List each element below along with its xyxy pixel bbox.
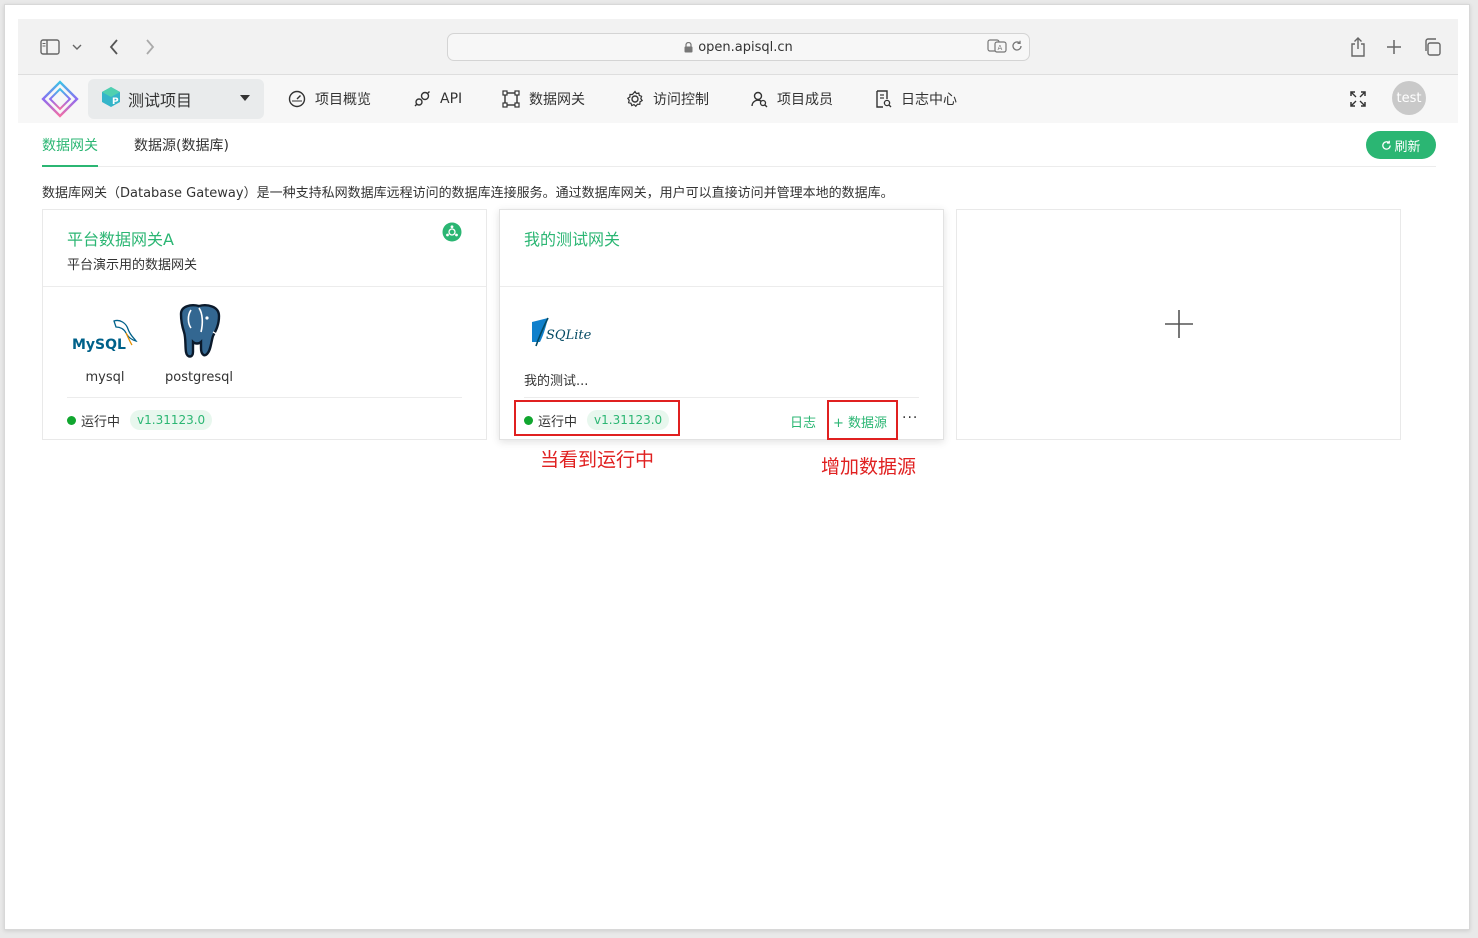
datasource-name: postgresql [164, 370, 234, 385]
project-name: 测试项目 [128, 91, 193, 110]
nav-label: 访问控制 [653, 92, 709, 108]
card-divider [43, 286, 486, 287]
plug-icon [414, 91, 430, 107]
datasource-item[interactable]: MySQL mysql [67, 302, 143, 385]
gateway-title[interactable]: 我的测试网关 [524, 226, 620, 250]
refresh-label: 刷新 [1394, 138, 1421, 154]
nav-label: 项目概览 [315, 92, 371, 108]
gear-icon [626, 90, 644, 108]
status-dot-icon [67, 415, 76, 425]
fullscreen-icon[interactable] [1348, 89, 1368, 109]
back-icon[interactable] [102, 35, 126, 59]
log-link[interactable]: 日志 [790, 412, 816, 431]
card-divider [500, 286, 943, 287]
annotation-running-note: 当看到运行中 [540, 449, 655, 471]
project-icon: P [100, 86, 122, 112]
nav-item-api[interactable]: API [413, 87, 462, 111]
sidebar-toggle-icon[interactable] [38, 35, 62, 59]
nav-item-logs[interactable]: 日志中心 [874, 87, 957, 111]
new-tab-icon[interactable] [1382, 35, 1406, 59]
version-badge: v1.31123.0 [130, 410, 213, 430]
gateway-title[interactable]: 平台数据网关A [67, 226, 174, 250]
svg-text:P: P [112, 97, 119, 107]
nav-label: 日志中心 [901, 92, 957, 108]
annotation-add-note: 增加数据源 [821, 456, 917, 478]
svg-text:A: A [998, 44, 1003, 52]
datasource-name: 我的测试... [524, 374, 589, 389]
nav-label: 项目成员 [777, 92, 833, 108]
browser-window: open.apisql.cn A P 测试项目 项目概览 API 数据网关 访问… [4, 4, 1470, 930]
address-bar[interactable]: open.apisql.cn A [447, 33, 1030, 61]
nav-label: API [440, 91, 463, 107]
gateway-card[interactable]: 平台数据网关A 平台演示用的数据网关 MySQL mysql postgresq… [42, 209, 487, 440]
reload-icon[interactable] [1011, 40, 1023, 56]
add-gateway-card[interactable] [956, 209, 1401, 440]
plus-icon [1163, 308, 1195, 340]
project-selector[interactable]: P 测试项目 [88, 79, 264, 119]
tab-datasources[interactable]: 数据源(数据库) [134, 135, 229, 167]
nav-item-access-control[interactable]: 访问控制 [626, 87, 709, 111]
status-text: 运行中 [81, 414, 121, 430]
tab-gateway[interactable]: 数据网关 [42, 135, 98, 167]
tabs-overview-icon[interactable] [1420, 35, 1444, 59]
mysql-logo-text: MySQL [72, 337, 126, 353]
nav-item-gateway[interactable]: 数据网关 [502, 87, 585, 111]
share-icon[interactable] [1346, 35, 1370, 59]
nav-item-overview[interactable]: 项目概览 [288, 87, 371, 111]
datasource-item[interactable]: postgresql [161, 302, 237, 385]
translate-icon[interactable]: A [987, 39, 1007, 57]
refresh-button[interactable]: 刷新 [1366, 131, 1436, 159]
card-divider [67, 397, 462, 398]
app-navbar: P 测试项目 项目概览 API 数据网关 访问控制 项目成员 日志中心 test [18, 75, 1458, 123]
refresh-icon [1382, 140, 1392, 150]
annotation-box-add [827, 400, 898, 440]
datasource-item[interactable]: SQLite 我的测试... [524, 302, 604, 389]
log-icon [876, 90, 892, 108]
lock-icon [684, 41, 693, 53]
page-description: 数据库网关（Database Gateway）是一种支持私网数据库远程访问的数据… [42, 186, 894, 201]
sub-tabs: 数据网关 数据源(数据库) 刷新 [42, 123, 1436, 167]
user-avatar[interactable]: test [1392, 81, 1426, 115]
gauge-icon [288, 90, 306, 108]
gateway-icon [502, 90, 520, 108]
browser-toolbar: open.apisql.cn A [18, 19, 1458, 75]
address-url: open.apisql.cn [698, 39, 793, 55]
forward-icon[interactable] [138, 35, 162, 59]
card-divider [524, 397, 919, 398]
members-icon [751, 91, 768, 108]
datasource-name: mysql [85, 370, 125, 385]
app-logo-icon[interactable] [40, 79, 80, 119]
caret-down-icon [240, 95, 250, 101]
more-icon[interactable]: ··· [902, 410, 918, 426]
annotation-box-running [514, 400, 680, 436]
nav-item-members[interactable]: 项目成员 [750, 87, 833, 111]
gateway-online-icon [442, 222, 462, 242]
nav-label: 数据网关 [529, 92, 585, 108]
mysql-logo-icon: MySQL [70, 302, 140, 362]
gateway-status: 运行中 v1.31123.0 [67, 410, 213, 430]
sqlite-logo-text: SQLite [546, 328, 592, 343]
sqlite-logo-icon: SQLite [524, 302, 594, 362]
gateway-subtitle: 平台演示用的数据网关 [67, 258, 198, 273]
postgresql-elephant-icon [164, 302, 234, 362]
chevron-down-icon[interactable] [70, 35, 84, 59]
